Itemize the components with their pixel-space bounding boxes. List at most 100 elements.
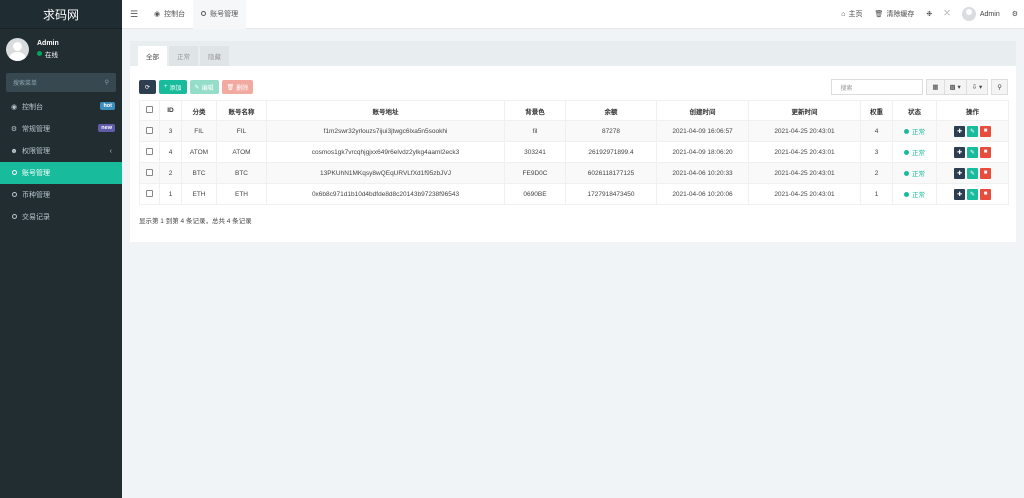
trash-icon: 🗑 (226, 84, 235, 91)
status-dot-icon (904, 149, 909, 155)
table-tools: 搜索 ▦ ▩ ▾ ⇩ ▾ ⚲ (831, 79, 1008, 95)
row-checkbox[interactable] (146, 126, 153, 134)
fullscreen-icon[interactable]: ⤫ (938, 10, 956, 18)
pagination-info: 显示第 1 到第 4 条记录，总共 4 条记录 (139, 218, 252, 225)
user-panel: Admin 在线 (0, 31, 122, 67)
sidebar-item-dashboard[interactable]: ◉ 控制台 hot (0, 96, 122, 118)
cell-category: ETH (181, 183, 217, 205)
search-icon: ⚲ (997, 84, 1002, 91)
cell-address: f1m2swr32yrlouzs7ijui3jtwgc6lxa5n5sookhi (266, 120, 505, 142)
columns-button[interactable]: ▩ ▾ (943, 79, 967, 95)
tab-hidden[interactable]: 隐藏 (200, 46, 229, 66)
edit-row-button[interactable]: ✎ (967, 188, 978, 200)
settings-gear-icon[interactable]: ⚙ (1006, 10, 1024, 18)
tab-all[interactable]: 全部 (138, 46, 167, 66)
toolbar: ⟳ + 添加 ✎ 编辑 🗑 删除 (139, 80, 256, 94)
sidebar-item-accounts[interactable]: 账号管理 (0, 162, 122, 184)
cell-balance: 6026118177125 (565, 162, 657, 184)
cell-balance: 87278 (565, 120, 657, 142)
status-badge[interactable]: 正常 (904, 147, 925, 157)
col-status[interactable]: 状态 (892, 100, 937, 121)
edit-row-button[interactable]: ✎ (967, 146, 978, 158)
filter-tabs: 全部 正常 隐藏 (130, 41, 1016, 66)
user-menu[interactable]: Admin (956, 7, 1006, 21)
chevron-left-icon: ‹ (109, 147, 112, 155)
col-actions: 操作 (936, 100, 1009, 121)
col-weight[interactable]: 权重 (860, 100, 893, 121)
search-input[interactable]: 搜索 (831, 79, 924, 95)
cell-address: cosmos1gk7vrcqhjgjxx649r6elvdz2ylkg4aaml… (266, 141, 505, 163)
sidebar-item-transactions[interactable]: 交易记录 (0, 206, 122, 228)
col-category[interactable]: 分类 (181, 100, 217, 121)
cell-name: ETH (216, 183, 267, 205)
col-updated[interactable]: 更新时间 (748, 100, 861, 121)
circle-icon (201, 10, 207, 16)
delete-row-button[interactable]: ■ (980, 125, 991, 137)
table-row[interactable]: 4 ATOM ATOM cosmos1gk7vrcqhjgjxx649r6elv… (139, 141, 1009, 163)
brand-logo[interactable]: 求码网 (0, 0, 122, 29)
cell-bgcolor: fil (504, 120, 566, 142)
home-link[interactable]: ⌂ 主页 (835, 9, 868, 19)
tab-accounts[interactable]: 账号管理 (193, 0, 247, 29)
drag-sort-button[interactable]: ✚ (954, 146, 965, 158)
col-bgcolor[interactable]: 背景色 (504, 100, 566, 121)
export-icon: ⇩ ▾ (971, 84, 983, 91)
sidebar-item-auth[interactable]: ☻ 权限管理 ‹ (0, 140, 122, 162)
clear-cache-button[interactable]: 🗑 清除缓存 (869, 9, 921, 19)
table-row[interactable]: 1 ETH ETH 0x6b8c971d1b10d4bdfde8d8c20143… (139, 183, 1009, 205)
language-icon[interactable]: ❉ (920, 10, 938, 18)
select-all-checkbox[interactable] (146, 106, 153, 113)
cell-updated: 2021-04-25 20:43:01 (748, 120, 861, 142)
delete-row-button[interactable]: ■ (980, 167, 991, 179)
cell-weight: 1 (860, 183, 893, 205)
edit-row-button[interactable]: ✎ (967, 125, 978, 137)
user-status: 在线 (37, 49, 59, 59)
cell-updated: 2021-04-25 20:43:01 (748, 162, 861, 184)
drag-sort-button[interactable]: ✚ (954, 167, 965, 179)
col-balance[interactable]: 余额 (565, 100, 657, 121)
add-button[interactable]: + 添加 (159, 80, 187, 94)
col-address[interactable]: 账号地址 (266, 100, 505, 121)
export-button[interactable]: ⇩ ▾ (965, 79, 989, 95)
col-id[interactable]: ID (159, 100, 182, 121)
advanced-search-button[interactable]: ⚲ (991, 79, 1008, 95)
drag-sort-button[interactable]: ✚ (954, 188, 965, 200)
cell-name: BTC (216, 162, 267, 184)
plus-icon: + (164, 84, 168, 90)
row-checkbox[interactable] (146, 168, 153, 176)
status-badge[interactable]: 正常 (904, 168, 925, 178)
cell-name: FIL (216, 120, 267, 142)
tab-normal[interactable]: 正常 (169, 46, 198, 66)
delete-button[interactable]: 🗑 删除 (221, 80, 254, 94)
cell-bgcolor: 303241 (504, 141, 566, 163)
cell-created: 2021-04-06 10:20:33 (656, 162, 749, 184)
table-row[interactable]: 2 BTC BTC 13PKUhN1MKqsy8wQEqURVLfXd1f95z… (139, 162, 1009, 184)
toggle-view-button[interactable]: ▦ (926, 79, 945, 95)
status-badge[interactable]: 正常 (904, 189, 925, 199)
refresh-button[interactable]: ⟳ (139, 80, 156, 94)
table-row[interactable]: 3 FIL FIL f1m2swr32yrlouzs7ijui3jtwgc6lx… (139, 120, 1009, 142)
delete-row-button[interactable]: ■ (980, 188, 991, 200)
status-dot-icon (904, 170, 909, 176)
search-icon[interactable]: ⚲ (105, 79, 109, 86)
row-checkbox[interactable] (146, 147, 153, 155)
sidebar-search-input[interactable]: 搜索菜单 ⚲ (6, 73, 116, 92)
tab-dashboard[interactable]: ◉ 控制台 (146, 0, 193, 29)
edit-row-button[interactable]: ✎ (967, 167, 978, 179)
cell-id: 2 (159, 162, 182, 184)
status-dot-icon (904, 191, 909, 197)
menu-toggle-icon[interactable]: ☰ (122, 9, 146, 20)
edit-button[interactable]: ✎ 编辑 (189, 80, 219, 94)
cell-address: 13PKUhN1MKqsy8wQEqURVLfXd1f95zbJVJ (266, 162, 505, 184)
col-name[interactable]: 账号名称 (216, 100, 267, 121)
row-checkbox[interactable] (146, 189, 153, 197)
delete-row-button[interactable]: ■ (980, 146, 991, 158)
sidebar-item-general[interactable]: ⚙ 常规管理 new (0, 118, 122, 140)
sidebar-item-currency[interactable]: 币种管理 (0, 184, 122, 206)
circle-icon (11, 169, 17, 175)
user-name: Admin (37, 39, 59, 47)
sidebar-menu: ◉ 控制台 hot ⚙ 常规管理 new ☻ 权限管理 ‹ 账号管理 币种管理 交易记录 (0, 96, 122, 228)
status-badge[interactable]: 正常 (904, 126, 925, 136)
col-created[interactable]: 创建时间 (656, 100, 749, 121)
drag-sort-button[interactable]: ✚ (954, 125, 965, 137)
